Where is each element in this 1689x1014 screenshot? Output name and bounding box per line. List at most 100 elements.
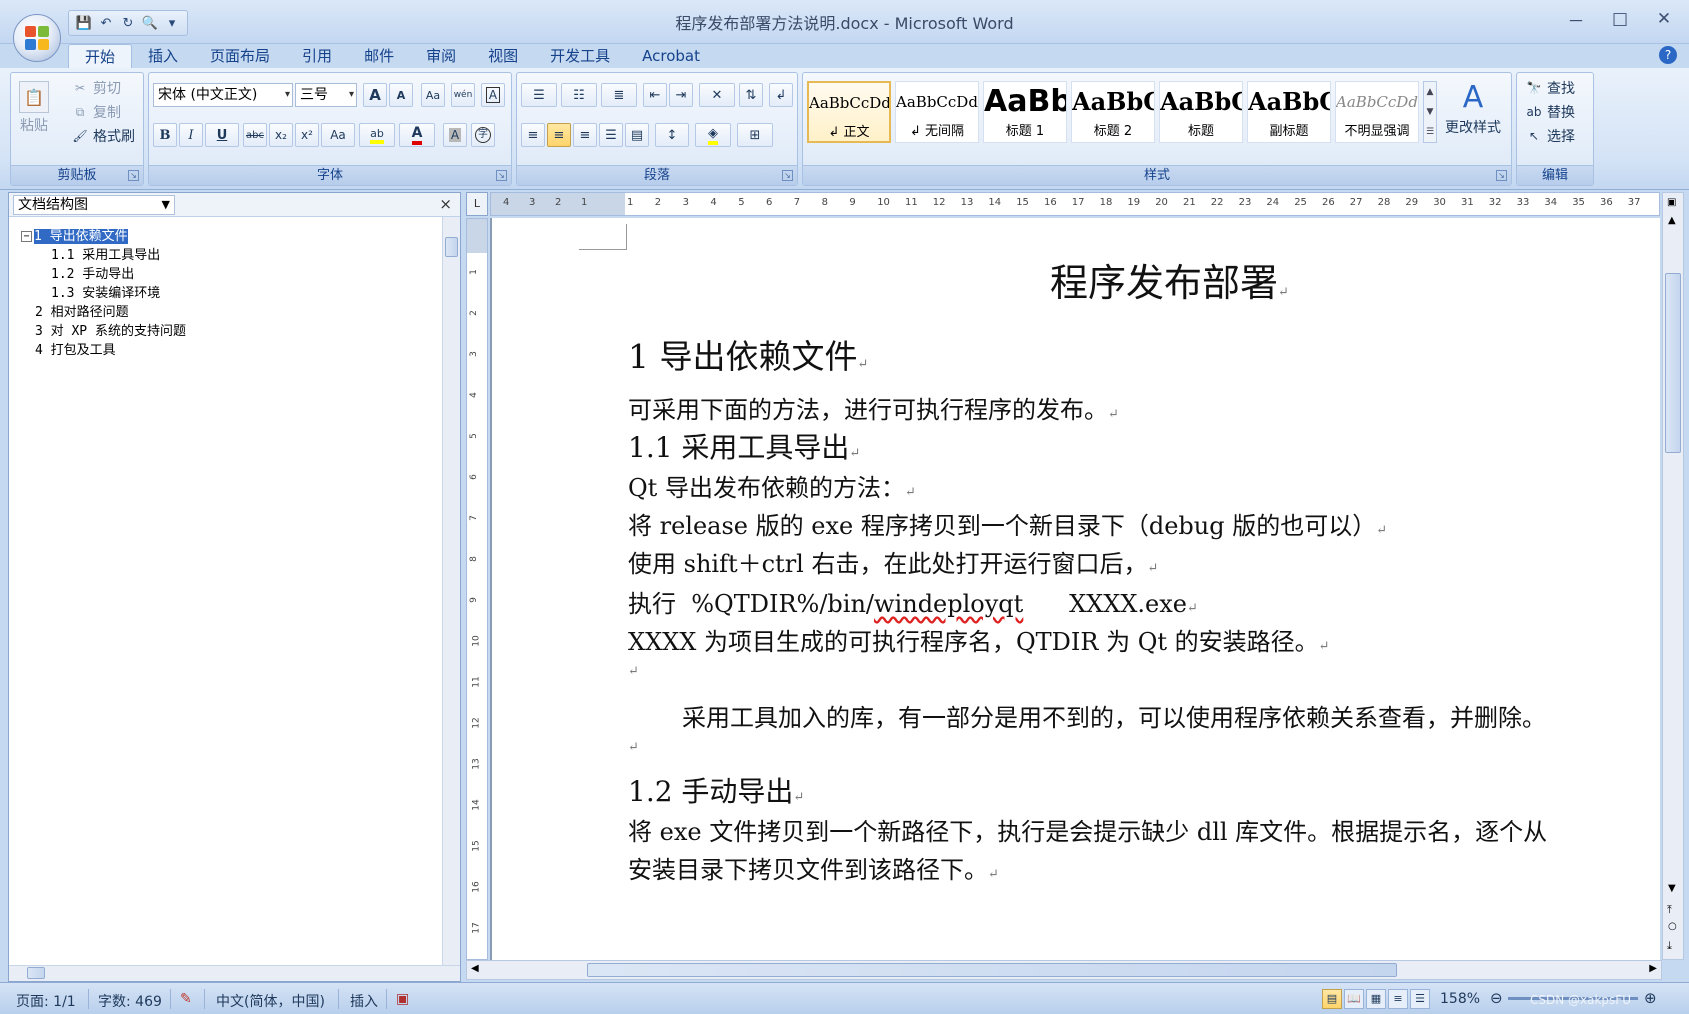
- bold-button[interactable]: B: [153, 123, 177, 147]
- full-screen-reading-button[interactable]: 📖: [1344, 989, 1364, 1009]
- font-color-button[interactable]: A: [399, 123, 435, 147]
- tab-references[interactable]: 引用: [286, 44, 348, 68]
- align-center-button[interactable]: ≡: [547, 123, 571, 147]
- character-shading-button[interactable]: A: [443, 123, 467, 147]
- document-title[interactable]: 程序发布部署↵: [1050, 252, 1289, 307]
- vertical-ruler[interactable]: 1 2 3 4 5 6 7 8 9 10 11 12 13 14 15 16 17: [466, 218, 488, 960]
- ruler-toggle-icon[interactable]: ▣: [1667, 197, 1676, 208]
- paragraph[interactable]: 将 release 版的 exe 程序拷贝到一个新目录下（debug 版的也可以…: [628, 506, 1387, 541]
- shading-button[interactable]: ◈: [695, 123, 731, 147]
- help-icon[interactable]: ?: [1659, 46, 1677, 64]
- document-map-horizontal-scrollbar[interactable]: [9, 965, 460, 981]
- distributed-button[interactable]: ▤: [625, 123, 649, 147]
- select-button[interactable]: ↖ 选择: [1525, 125, 1575, 147]
- document-map-item[interactable]: 4 打包及工具: [21, 341, 186, 360]
- bullets-button[interactable]: ☰: [521, 83, 557, 107]
- empty-paragraph[interactable]: ↵: [628, 664, 639, 679]
- draft-view-button[interactable]: ☰: [1410, 989, 1430, 1009]
- enclose-character-button[interactable]: 字: [471, 123, 495, 147]
- grow-font-button[interactable]: A: [363, 83, 387, 107]
- superscript-button[interactable]: x²: [295, 123, 319, 147]
- document-map-vertical-scrollbar[interactable]: [442, 217, 460, 967]
- align-left-button[interactable]: ≡: [521, 123, 545, 147]
- paragraph[interactable]: Qt 导出发布依赖的方法：↵: [628, 468, 916, 503]
- horizontal-ruler[interactable]: 4 3 2 1 1 2 3 4 5 6 7 8 9 10 11 12 13 14 15 16 17 18 19 20 21 22 2…: [490, 192, 1660, 216]
- scroll-thumb[interactable]: [27, 967, 45, 979]
- paragraph[interactable]: 采用工具加入的库，有一部分是用不到的，可以使用程序依赖关系查看，并删除。: [682, 698, 1546, 733]
- page-count[interactable]: 页面: 1/1: [16, 991, 76, 1011]
- zoom-in-icon[interactable]: ⊕: [1644, 989, 1657, 1007]
- heading-2[interactable]: 1.2 手动导出↵: [628, 770, 804, 810]
- line-spacing-button[interactable]: ↕: [655, 123, 689, 147]
- paragraph[interactable]: 安装目录下拷贝文件到该路径下。↵: [628, 850, 999, 885]
- style-title[interactable]: AaBbC 标题: [1159, 81, 1243, 143]
- minimize-button[interactable]: －: [1565, 8, 1587, 32]
- sort-button[interactable]: ⇅: [739, 83, 763, 107]
- previous-page-icon[interactable]: ⤒: [1667, 903, 1672, 917]
- decrease-indent-button[interactable]: ⇤: [643, 83, 667, 107]
- insert-mode-indicator[interactable]: 插入: [350, 991, 378, 1011]
- multilevel-list-button[interactable]: ≣: [601, 83, 637, 107]
- heading-2[interactable]: 1.1 采用工具导出↵: [628, 426, 860, 466]
- chinese-layout-button[interactable]: ✕: [699, 83, 735, 107]
- document-horizontal-scrollbar[interactable]: ◀ ▶: [466, 960, 1662, 980]
- style-subtitle[interactable]: AaBbC 副标题: [1247, 81, 1331, 143]
- style-subtle-emphasis[interactable]: AaBbCcDd 不明显强调: [1335, 81, 1419, 143]
- paste-button[interactable]: 📋 粘贴: [19, 81, 49, 141]
- font-name-select[interactable]: 宋体 (中文正文) ▾: [153, 83, 293, 107]
- style-heading-2[interactable]: AaBbC 标题 2: [1071, 81, 1155, 143]
- web-layout-view-button[interactable]: ▦: [1366, 989, 1386, 1009]
- tab-review[interactable]: 审阅: [410, 44, 472, 68]
- subscript-button[interactable]: x₂: [269, 123, 293, 147]
- scroll-down-icon[interactable]: ▼: [1668, 883, 1676, 894]
- document-map-item[interactable]: −1 导出依赖文件: [21, 227, 186, 246]
- document-map-item[interactable]: 2 相对路径问题: [21, 303, 186, 322]
- cut-button[interactable]: ✂ 剪切: [71, 77, 121, 99]
- tab-view[interactable]: 视图: [472, 44, 534, 68]
- scroll-left-icon[interactable]: ◀: [471, 963, 479, 974]
- styles-scroll[interactable]: ▲ ▼ ☰: [1423, 81, 1437, 143]
- paragraph[interactable]: 可采用下面的方法，进行可执行程序的发布。↵: [628, 390, 1119, 425]
- outline-view-button[interactable]: ≡: [1388, 989, 1408, 1009]
- zoom-level[interactable]: 158%: [1440, 991, 1480, 1007]
- styles-launcher-icon[interactable]: ↘: [1496, 170, 1507, 181]
- clear-format-button[interactable]: Aa: [421, 83, 445, 107]
- empty-paragraph[interactable]: ↵: [628, 740, 639, 755]
- increase-indent-button[interactable]: ⇥: [669, 83, 693, 107]
- replace-button[interactable]: ab 替换: [1525, 101, 1576, 123]
- document-map-item[interactable]: 1.1 采用工具导出: [21, 246, 186, 265]
- scroll-thumb[interactable]: [1665, 273, 1681, 453]
- style-heading-1[interactable]: AaBb 标题 1: [983, 81, 1067, 143]
- document-map-item[interactable]: 1.3 安装编译环境: [21, 284, 186, 303]
- underline-button[interactable]: U: [205, 123, 239, 147]
- paragraph[interactable]: 将 exe 文件拷贝到一个新路径下，执行是会提示缺少 dll 库文件。根据提示名…: [628, 812, 1547, 847]
- tab-stop-selector[interactable]: L: [466, 192, 488, 216]
- paragraph[interactable]: 执行 %QTDIR%/bin/windeployqt XXXX.exe↵: [628, 584, 1198, 619]
- phonetic-guide-button[interactable]: wén: [451, 83, 475, 107]
- change-styles-button[interactable]: A 更改样式: [1445, 79, 1501, 149]
- find-button[interactable]: 🔭 查找: [1525, 77, 1575, 99]
- scroll-thumb[interactable]: [587, 963, 1397, 977]
- italic-button[interactable]: I: [179, 123, 203, 147]
- office-button[interactable]: [13, 14, 61, 62]
- language-indicator[interactable]: 中文(简体，中国): [216, 991, 325, 1011]
- tab-acrobat[interactable]: Acrobat: [626, 44, 716, 68]
- justify-button[interactable]: ☰: [599, 123, 623, 147]
- shrink-font-button[interactable]: A: [389, 83, 413, 107]
- scroll-thumb[interactable]: [445, 237, 458, 257]
- character-border-button[interactable]: A: [481, 83, 505, 107]
- document-page[interactable]: 程序发布部署↵ 1 导出依赖文件↵ 可采用下面的方法，进行可执行程序的发布。↵ …: [492, 218, 1660, 960]
- browse-object-icon[interactable]: ○: [1668, 921, 1677, 932]
- maximize-button[interactable]: □: [1609, 8, 1631, 30]
- next-page-icon[interactable]: ⤓: [1667, 939, 1672, 953]
- style-normal[interactable]: AaBbCcDd ↲ 正文: [807, 81, 891, 143]
- strikethrough-button[interactable]: abc: [243, 123, 267, 147]
- tab-mailings[interactable]: 邮件: [348, 44, 410, 68]
- tab-developer[interactable]: 开发工具: [534, 44, 626, 68]
- numbering-button[interactable]: ☷: [561, 83, 597, 107]
- heading-1[interactable]: 1 导出依赖文件↵: [628, 330, 868, 378]
- change-case-button[interactable]: Aa: [321, 123, 355, 147]
- zoom-out-icon[interactable]: ⊖: [1490, 989, 1503, 1007]
- document-map-select[interactable]: 文档结构图 ▼: [13, 195, 175, 215]
- proofing-icon[interactable]: ✎: [180, 991, 192, 1007]
